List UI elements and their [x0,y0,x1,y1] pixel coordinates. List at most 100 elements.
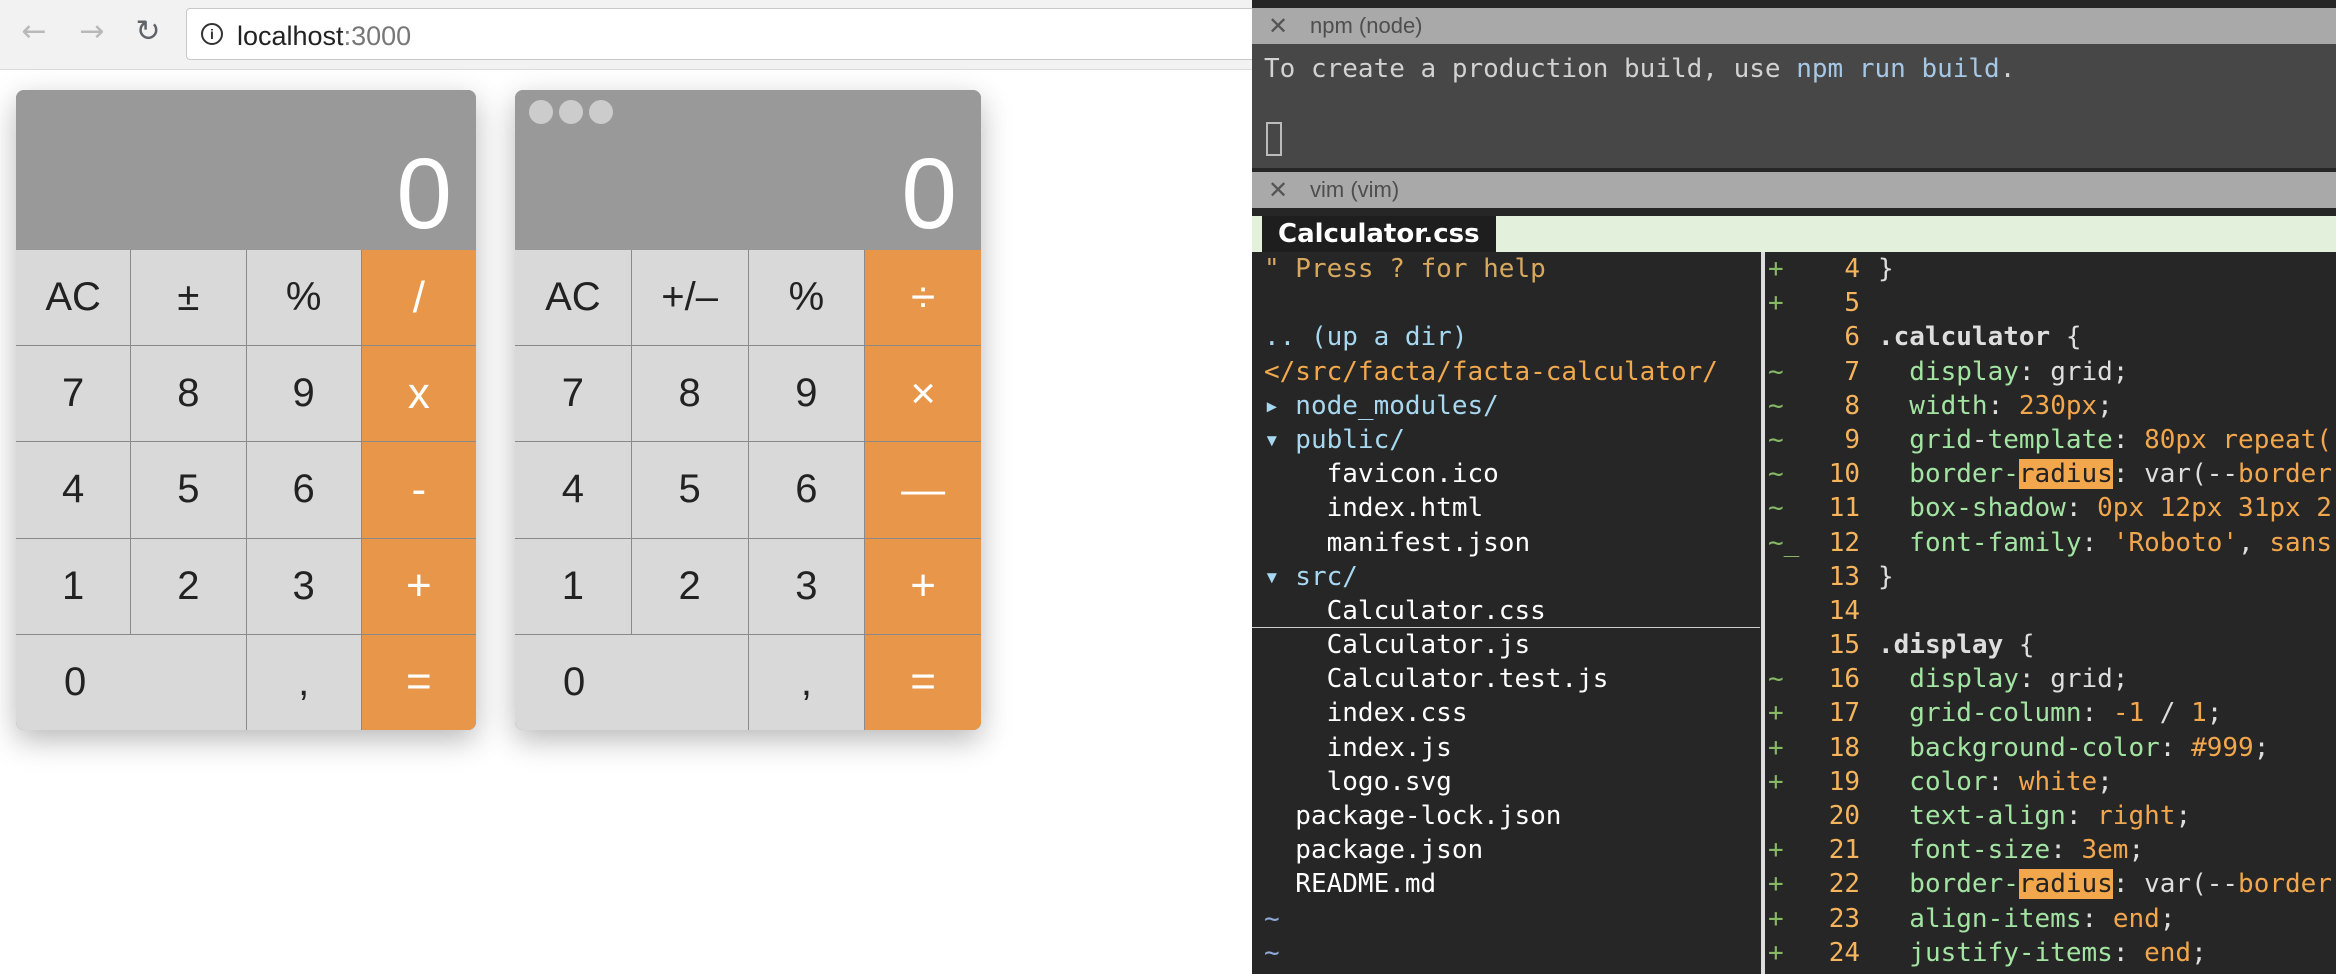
code-editor[interactable]: +4} +5 6 .calculator {~7 display: grid; ~8 w… [1768,252,2336,974]
code-line[interactable]: ~_ 12 font-family: 'Roboto', sans [1768,526,2336,560]
close-icon[interactable]: ✕ [1268,8,1288,44]
calc-key[interactable]: - [361,442,476,538]
tree-item[interactable]: ▾ src/ [1252,560,1760,594]
tree-item[interactable]: favicon.ico [1252,457,1760,491]
calc-key[interactable]: = [865,634,981,730]
tree-item[interactable]: Calculator.js [1252,628,1760,662]
calc-key[interactable]: 3 [748,538,865,634]
calc-key[interactable]: ± [131,250,246,346]
calc-key[interactable]: 2 [631,538,748,634]
code-line[interactable]: +24 justify-items: end; [1768,936,2336,970]
code-token: width [1878,390,1988,421]
tree-item[interactable]: ▸ node_modules/ [1252,389,1760,423]
calc-key[interactable]: +/– [631,250,748,346]
calc-key[interactable]: 0 [515,634,748,730]
minimize-dot-icon[interactable] [559,100,583,124]
calc-key[interactable]: 8 [631,346,748,442]
tree-item[interactable]: .. (up a dir) [1252,320,1760,354]
code-line[interactable]: ~9 grid-template: 80px repeat( [1768,423,2336,457]
code-line[interactable]: +4} [1768,252,2336,286]
code-line[interactable]: +21 font-size: 3em; [1768,833,2336,867]
code-line[interactable]: +17 grid-column: -1 / 1; [1768,696,2336,730]
back-arrow-icon[interactable]: ← [16,14,52,50]
tree-item[interactable]: index.css [1252,696,1760,730]
address-bar[interactable]: i localhost:3000 [186,8,1286,60]
calc-key[interactable]: x [361,346,476,442]
tree-item[interactable]: </src/facta/facta-calculator/ [1252,355,1760,389]
code-line[interactable]: +23 align-items: end; [1768,902,2336,936]
vim-pane[interactable]: Calculator.css " Press ? for help .. (up … [1252,210,2336,974]
code-line[interactable]: 13} [1768,560,2336,594]
calc-key[interactable]: + [361,538,476,634]
calc-key[interactable]: 5 [131,442,246,538]
tree-item[interactable]: index.js [1252,731,1760,765]
tree-item[interactable]: logo.svg [1252,765,1760,799]
vim-tab[interactable]: Calculator.css [1262,216,1496,252]
calc-key[interactable]: AC [515,250,631,346]
calc-key[interactable]: , [246,634,361,730]
code-line[interactable]: 6 .calculator { [1768,320,2336,354]
reload-icon[interactable]: ↻ [130,14,166,50]
tree-item[interactable]: manifest.json [1252,526,1760,560]
code-line[interactable]: 20 text-align: right; [1768,799,2336,833]
calc-key[interactable]: 1 [515,538,631,634]
zoom-dot-icon[interactable] [589,100,613,124]
nerdtree-panel[interactable]: " Press ? for help .. (up a dir) </src/fac… [1252,252,1760,974]
close-icon[interactable]: ✕ [1268,172,1288,208]
vim-pane-title[interactable]: ✕ vim (vim) [1252,172,2336,208]
code-line[interactable]: ~8 width: 230px; [1768,389,2336,423]
tree-item[interactable]: package-lock.json [1252,799,1760,833]
calc-key[interactable]: 4 [515,442,631,538]
calc-key[interactable]: — [865,442,981,538]
calc-key[interactable]: = [361,634,476,730]
close-dot-icon[interactable] [529,100,553,124]
tree-item[interactable]: README.md [1252,867,1760,901]
calc-key[interactable]: , [748,634,865,730]
tree-item[interactable]: ▾ public/ [1252,423,1760,457]
tree-item[interactable]: package.json [1252,833,1760,867]
calc-key[interactable]: % [246,250,361,346]
calc-key[interactable]: 0 [16,634,246,730]
split-divider[interactable] [1761,252,1765,974]
calc-key[interactable]: / [361,250,476,346]
code-line[interactable]: ~16 display: grid; [1768,662,2336,696]
calc-key[interactable]: 1 [16,538,131,634]
code-line[interactable]: 15 .display { [1768,628,2336,662]
code-line[interactable]: +19 color: white; [1768,765,2336,799]
tree-item[interactable]: index.html [1252,491,1760,525]
calc-key[interactable]: AC [16,250,131,346]
npm-pane-title[interactable]: ✕ npm (node) [1252,8,2336,44]
tree-item[interactable]: Calculator.test.js [1252,662,1760,696]
calc-key[interactable]: % [748,250,865,346]
code-line[interactable]: +18 background-color: #999; [1768,731,2336,765]
calc-key[interactable]: + [865,538,981,634]
calc-key[interactable]: 7 [515,346,631,442]
calc-key[interactable]: 8 [131,346,246,442]
calc-key[interactable]: 7 [16,346,131,442]
npm-pane[interactable]: To create a production build, use npm ru… [1252,44,2336,168]
line-number: 9 [1844,424,1860,455]
tree-item[interactable] [1252,286,1760,320]
git-gutter-mark: + [1768,835,1784,866]
pane-title-text: npm (node) [1310,13,1423,38]
code-line[interactable]: 14 [1768,594,2336,628]
code-line[interactable]: ~10 border-radius: var(--border [1768,457,2336,491]
forward-arrow-icon[interactable]: → [74,14,110,50]
calc-key[interactable]: 9 [246,346,361,442]
calc-key[interactable]: ÷ [865,250,981,346]
code-line[interactable]: ~11 box-shadow: 0px 12px 31px 2 [1768,491,2336,525]
tree-item[interactable]: Calculator.css [1252,594,1760,629]
info-icon[interactable]: i [201,23,223,45]
code-line[interactable]: +5 [1768,286,2336,320]
calc-key[interactable]: 4 [16,442,131,538]
calc-key[interactable]: × [865,346,981,442]
calc-key[interactable]: 9 [748,346,865,442]
calc-key[interactable]: 5 [631,442,748,538]
code-line[interactable]: +22 border-radius: var(--border [1768,867,2336,901]
code-line[interactable]: ~7 display: grid; [1768,355,2336,389]
calc-key[interactable]: 6 [748,442,865,538]
calc-key[interactable]: 6 [246,442,361,538]
calc-key[interactable]: 3 [246,538,361,634]
calc-key[interactable]: 2 [131,538,246,634]
code-token: : var(-- [2112,869,2239,900]
